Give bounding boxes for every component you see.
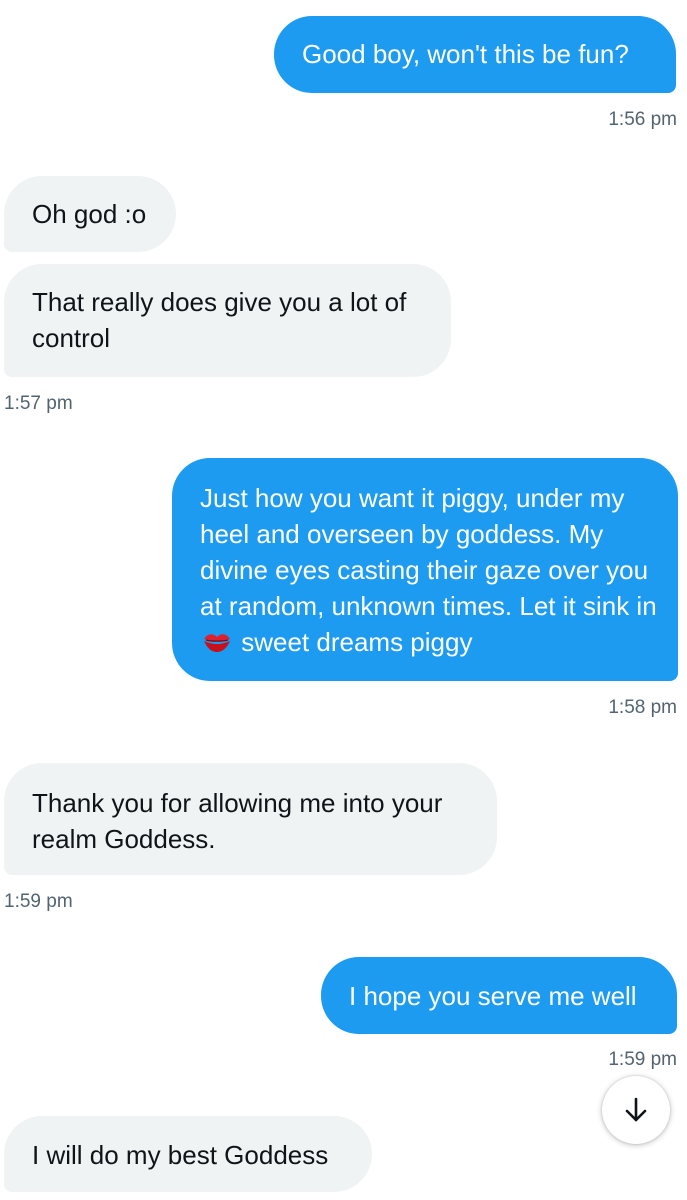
message-timestamp: 1:56 pm [608,109,677,130]
sent-message-bubble[interactable]: Good boy, won't this be fun? [274,16,676,93]
message-text: Good boy, won't this be fun? [302,39,629,69]
received-message-bubble[interactable]: That really does give you a lot of contr… [4,264,451,377]
message-timestamp: 1:57 pm [4,393,73,414]
arrow-down-icon [621,1095,651,1125]
message-text: Oh god :o [32,199,147,229]
kiss-mark-icon [202,626,232,656]
message-text: That really does give you a lot of contr… [32,287,407,353]
message-text: Thank you for allowing me into your real… [32,788,443,854]
message-text: I will do my best Goddess [32,1140,329,1170]
message-timestamp: 1:58 pm [608,697,677,718]
message-text: Just how you want it piggy, under my hee… [200,483,657,621]
sent-message-bubble[interactable]: Just how you want it piggy, under my hee… [172,458,678,681]
received-message-bubble[interactable]: Oh god :o [4,176,176,252]
scroll-to-bottom-button[interactable] [602,1076,670,1144]
message-timestamp: 1:59 pm [608,1049,677,1070]
message-text: sweet dreams piggy [241,627,473,657]
received-message-bubble[interactable]: I will do my best Goddess [4,1116,372,1192]
message-text: I hope you serve me well [349,981,637,1011]
message-timestamp: 1:59 pm [4,891,73,912]
received-message-bubble[interactable]: Thank you for allowing me into your real… [4,763,497,875]
sent-message-bubble[interactable]: I hope you serve me well [321,957,677,1034]
